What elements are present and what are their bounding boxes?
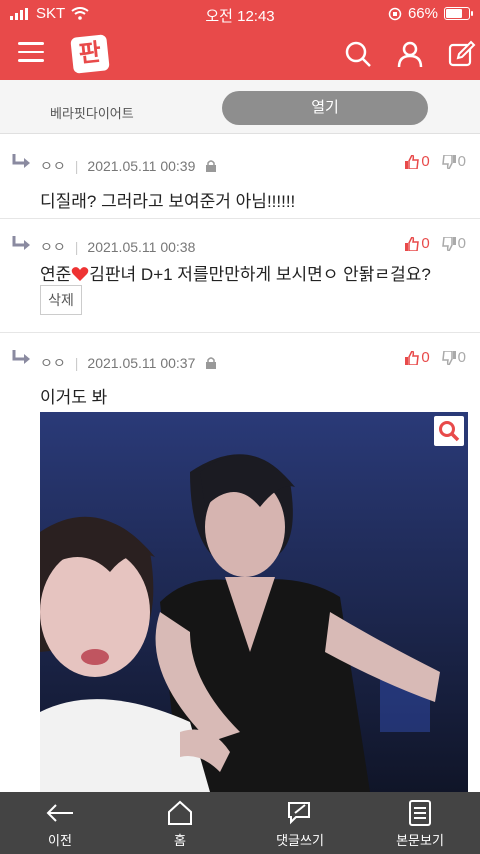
status-bar: SKT 오전 12:43 66% (0, 0, 480, 28)
thumbs-up-icon (405, 236, 420, 251)
nav-back-label: 이전 (48, 833, 72, 848)
nav-view-post-label: 본문보기 (396, 833, 444, 848)
thumbs-up-icon (405, 154, 420, 169)
home-icon (168, 800, 192, 825)
battery-percent: 66% (407, 5, 438, 22)
vote-group: 0 0 (405, 153, 466, 170)
upvote-count: 0 (421, 153, 430, 170)
write-icon[interactable] (448, 40, 476, 68)
magnifier-icon (439, 421, 460, 442)
reply-arrow-icon (12, 350, 30, 364)
downvote-count: 0 (457, 235, 466, 252)
comment-meta: ㅇㅇ | 2021.05.11 00:37 (40, 353, 218, 373)
comment-item: ㅇㅇ | 2021.05.11 00:39 0 0 디질래? 그러라고 보여준거… (0, 134, 480, 219)
photo-image (40, 412, 468, 792)
thumbs-down-icon (441, 350, 456, 365)
upvote-count: 0 (421, 349, 430, 366)
nav-write-comment-label: 댓글쓰기 (276, 833, 324, 848)
menu-icon-line (18, 59, 44, 62)
bottom-nav: 이전 홈 댓글쓰기 본문보기 (0, 792, 480, 854)
delete-button[interactable]: 삭제 (40, 285, 82, 315)
back-arrow-icon (46, 804, 73, 822)
downvote-button[interactable]: 0 (441, 235, 466, 252)
comment-meta: ㅇㅇ | 2021.05.11 00:39 (40, 156, 218, 176)
comment-author: ㅇㅇ (40, 158, 66, 174)
upvote-button[interactable]: 0 (405, 153, 430, 170)
search-icon[interactable] (344, 40, 372, 68)
nav-back[interactable]: 이전 (0, 792, 120, 854)
comment-date: 2021.05.11 00:38 (87, 239, 196, 255)
reply-arrow-icon (12, 236, 30, 250)
comment-item: ㅇㅇ | 2021.05.11 00:38 0 0 연준 김판녀 D+1 저를만만… (0, 219, 480, 333)
lock-icon[interactable] (204, 356, 218, 370)
upvote-button[interactable]: 0 (405, 235, 430, 252)
ad-name: 베라핏다이어트 (50, 106, 134, 121)
comment-text: 연준 김판녀 D+1 저를만만하게 보시면ㅇ 안돩ㄹ걸요? (40, 260, 431, 285)
comment-text-part: 김판녀 D+1 저를만만하게 보시면ㅇ 안돩ㄹ걸요? (89, 265, 431, 284)
zoom-button[interactable] (434, 416, 464, 446)
thumbs-up-icon (405, 350, 420, 365)
comment-photo[interactable] (40, 412, 468, 792)
vote-group: 0 0 (405, 235, 466, 252)
comment-text: 이거도 봐 (40, 388, 108, 407)
comment-date: 2021.05.11 00:39 (87, 158, 196, 174)
comment-text-part: 연준 (40, 265, 72, 284)
meta-separator: | (74, 158, 79, 174)
downvote-button[interactable]: 0 (441, 349, 466, 366)
nav-view-post[interactable]: 본문보기 (360, 792, 480, 854)
comment-author: ㅇㅇ (40, 355, 66, 371)
comment-author: ㅇㅇ (40, 239, 66, 255)
thumbs-down-icon (441, 154, 456, 169)
meta-separator: | (74, 355, 79, 371)
heart-icon (71, 267, 89, 281)
comment-text: 디질래? 그러라고 보여준거 아님!!!!!! (40, 192, 296, 211)
thumbs-down-icon (441, 236, 456, 251)
orientation-lock-icon (388, 7, 402, 20)
downvote-count: 0 (457, 153, 466, 170)
app-bar: 판 (0, 28, 480, 80)
downvote-button[interactable]: 0 (441, 153, 466, 170)
menu-icon-line (18, 50, 44, 53)
meta-separator: | (74, 239, 79, 255)
upvote-button[interactable]: 0 (405, 349, 430, 366)
lock-icon[interactable] (204, 159, 218, 173)
menu-icon (18, 42, 44, 45)
app-logo[interactable]: 판 (70, 34, 110, 74)
nav-home-label: 홈 (174, 833, 186, 848)
downvote-count: 0 (457, 349, 466, 366)
nav-write-comment[interactable]: 댓글쓰기 (240, 792, 360, 854)
upvote-count: 0 (421, 235, 430, 252)
comment-meta: ㅇㅇ | 2021.05.11 00:38 (40, 237, 195, 257)
user-icon[interactable] (396, 40, 424, 68)
battery-icon (444, 7, 473, 20)
menu-button[interactable] (18, 42, 44, 66)
comment-date: 2021.05.11 00:37 (87, 355, 196, 371)
ad-banner: 베라핏다이어트 열기 (0, 80, 480, 134)
ad-open-button[interactable]: 열기 (222, 91, 428, 125)
reply-arrow-icon (12, 154, 30, 168)
battery-level (446, 9, 462, 18)
document-icon (409, 800, 431, 826)
nav-home[interactable]: 홈 (120, 792, 240, 854)
write-comment-icon (288, 802, 310, 825)
vote-group: 0 0 (405, 349, 466, 366)
